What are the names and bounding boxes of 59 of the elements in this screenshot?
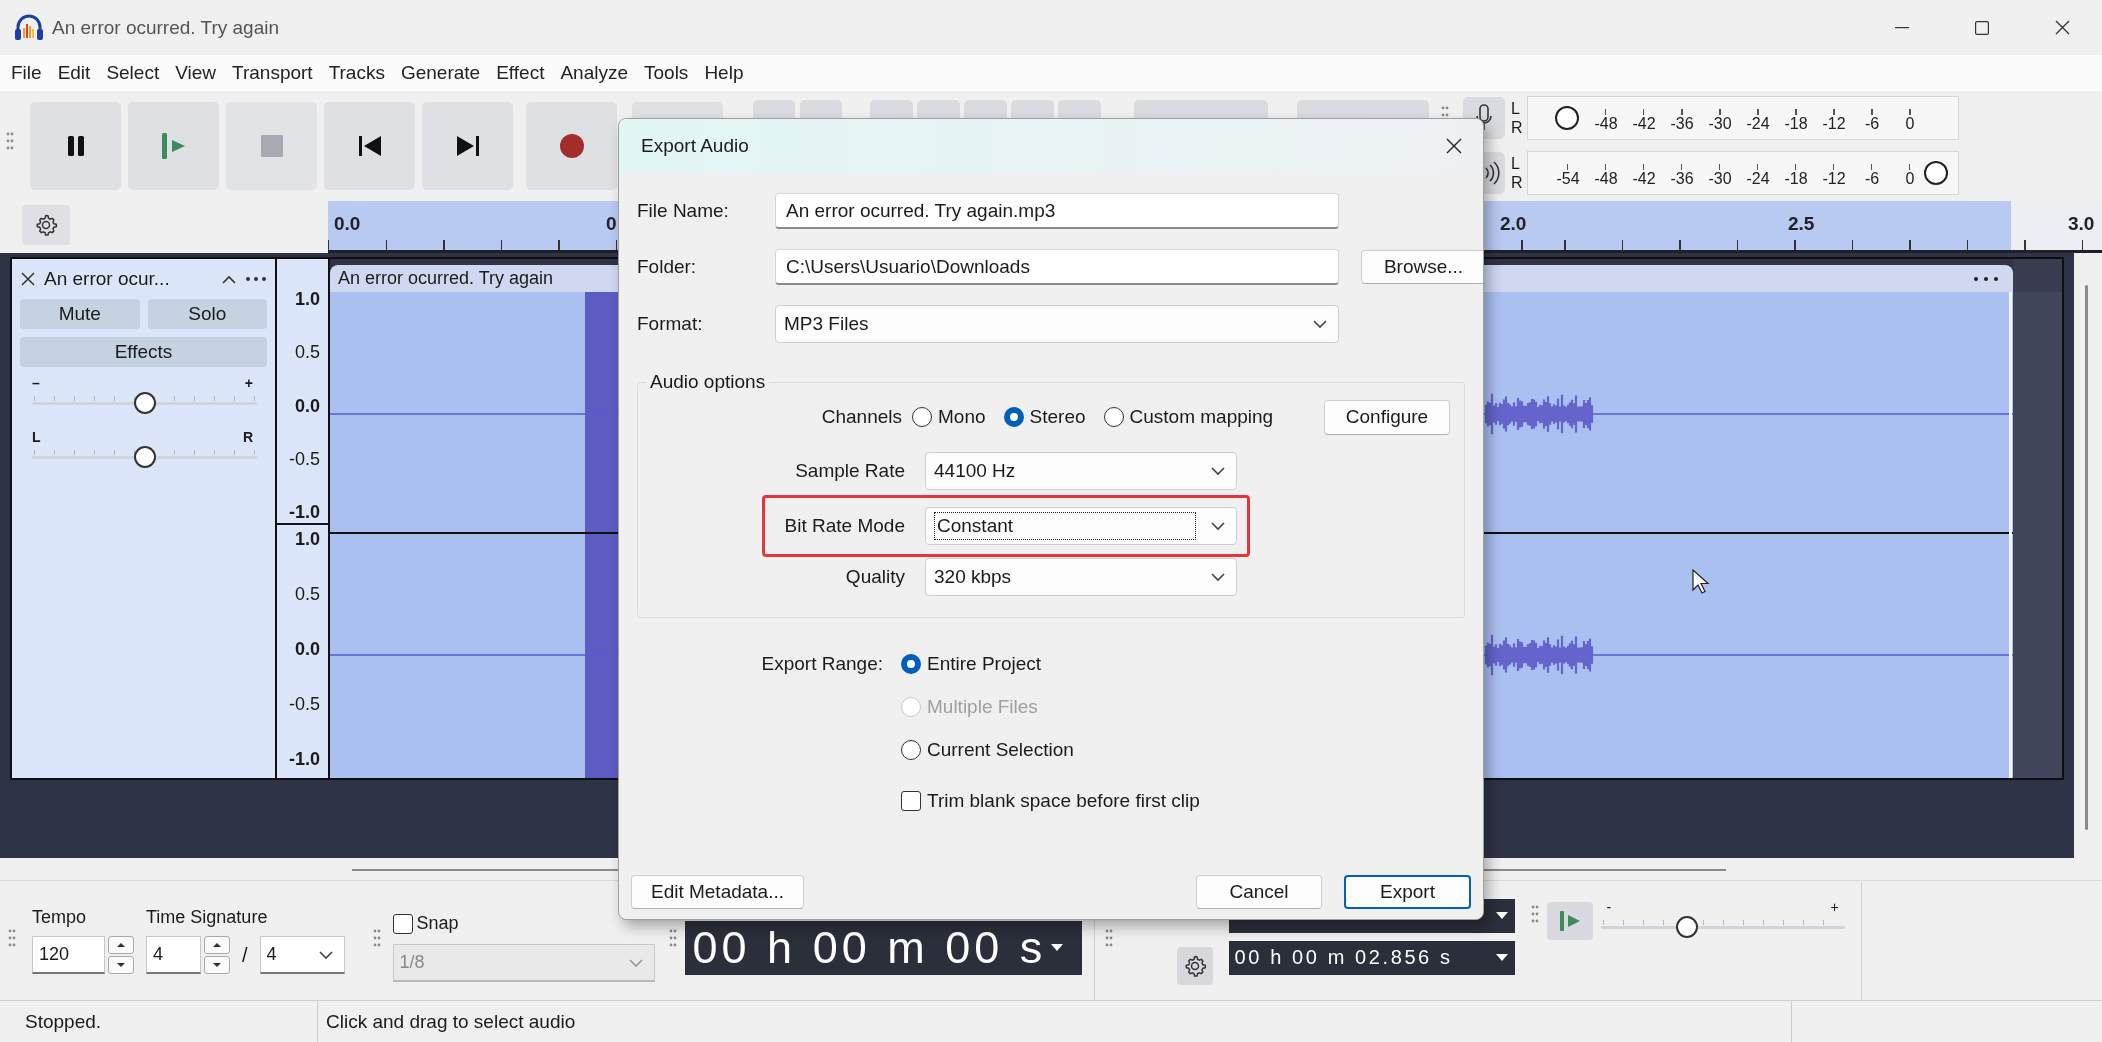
meter-scale-label: -12 (1821, 114, 1847, 133)
channel-label: R (1511, 172, 1523, 192)
ruler-label: 0 (606, 213, 617, 235)
ruler-label: 2.5 (1788, 213, 1815, 235)
status-text: Click and drag to select audio (326, 1010, 576, 1033)
field-label: Folder: (637, 256, 698, 278)
meter-scale-label: 0 (1904, 114, 1916, 133)
radio-label: Custom mapping (1129, 406, 1274, 428)
slider-label: - (1606, 898, 1612, 915)
radio-label: Current Selection (927, 738, 1074, 761)
meter-scale-label: -36 (1669, 169, 1695, 188)
ruler-label: 2.0 (1500, 213, 1527, 235)
ruler-label: 3.0 (2068, 213, 2095, 235)
radio-label: Multiple Files (927, 695, 1038, 718)
meter-scale-label: -24 (1745, 114, 1771, 133)
field-label: Time Signature (146, 907, 269, 928)
slider-label: R (242, 429, 253, 445)
meter-scale-label: -30 (1707, 114, 1733, 133)
meter-scale-label: 0 (1904, 169, 1916, 188)
radio-label: Stereo (1029, 406, 1086, 428)
window-title: An error ocurred. Try again (52, 16, 280, 39)
meter-scale-label: -6 (1863, 169, 1881, 188)
group-title: Audio options (649, 371, 767, 393)
ruler-label: 0.0 (334, 213, 361, 235)
field-label: Format: (637, 313, 704, 335)
channel-label: R (1511, 117, 1523, 137)
radio-label: Mono (938, 406, 986, 428)
field-label: Tempo (32, 907, 88, 928)
clip-title: An error ocurred. Try again (338, 268, 555, 289)
meter-scale-label: -48 (1593, 114, 1619, 133)
field-label: Bit Rate Mode (783, 515, 905, 537)
meter-scale-label: -18 (1783, 169, 1809, 188)
meter-scale-label: -6 (1863, 114, 1881, 133)
meter-scale-label: -42 (1631, 169, 1657, 188)
meter-scale-label: -12 (1821, 169, 1847, 188)
meter-scale-label: -18 (1783, 114, 1809, 133)
slider-label: + (244, 375, 253, 391)
field-label: File Name: (637, 200, 730, 222)
meter-scale-label: -30 (1707, 169, 1733, 188)
meter-scale-label: -42 (1631, 114, 1657, 133)
field-label: Export Range: (760, 652, 883, 676)
status-text: Stopped. (25, 1010, 102, 1033)
meter-scale-label: -54 (1555, 169, 1581, 188)
meter-scale-label: -24 (1745, 169, 1771, 188)
meter-scale-label: -48 (1593, 169, 1619, 188)
dialog-title: Export Audio (641, 135, 750, 157)
checkbox-label: Trim blank space before first clip (927, 790, 1200, 812)
checkbox-label: Snap (416, 913, 459, 934)
field-label: Channels (820, 406, 902, 428)
slider-label: + (1830, 898, 1839, 915)
channel-label: L (1511, 153, 1521, 173)
channel-label: L (1511, 98, 1521, 118)
slider-label: – (32, 375, 40, 391)
radio-label: Entire Project (927, 652, 1042, 675)
field-label: Sample Rate (794, 460, 905, 482)
separator-text: / (242, 943, 248, 967)
meter-scale-label: -36 (1669, 114, 1695, 133)
field-label: Quality (844, 566, 905, 588)
slider-label: L (32, 429, 41, 445)
